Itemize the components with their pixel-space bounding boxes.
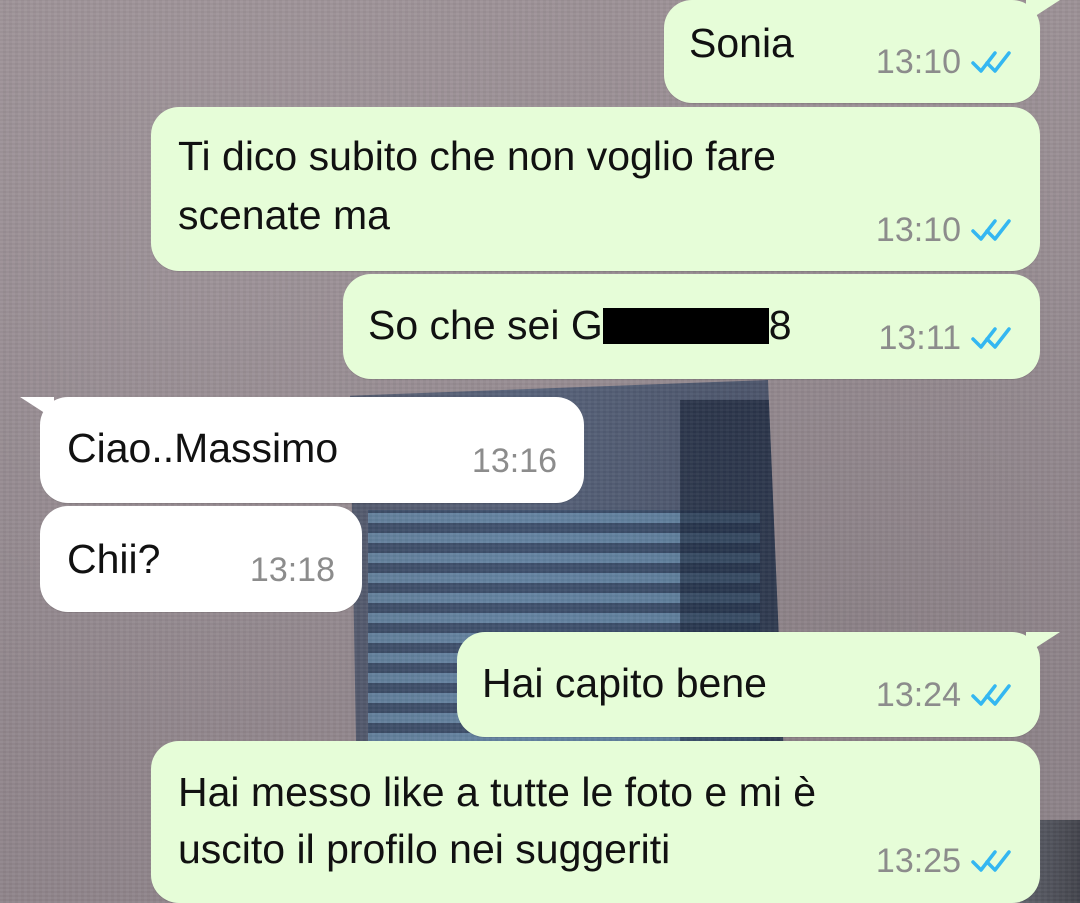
message-text-prefix: So che sei G (368, 302, 603, 348)
incoming-message-bubble[interactable]: Ciao..Massimo 13:16 (40, 397, 584, 503)
message-time: 13:16 (471, 442, 557, 480)
double-check-icon (971, 850, 1011, 872)
message-meta: 13:10 (876, 213, 1013, 247)
message-meta: 13:16 (472, 444, 557, 478)
message-time: 13:18 (249, 551, 335, 589)
outgoing-message-bubble[interactable]: Ti dico subito che non voglio fare scena… (151, 107, 1040, 271)
message-meta: 13:10 (876, 45, 1013, 79)
message-time: 13:11 (878, 319, 961, 357)
message-meta: 13:11 (878, 321, 1013, 355)
message-meta: 13:24 (876, 678, 1013, 712)
message-meta: 13:25 (876, 844, 1013, 878)
incoming-message-bubble[interactable]: Chii? 13:18 (40, 506, 362, 612)
outgoing-message-bubble[interactable]: So che sei G 8 13:11 (343, 274, 1040, 379)
message-time: 13:10 (875, 211, 961, 249)
double-check-icon (971, 219, 1011, 241)
message-time: 13:24 (875, 676, 961, 714)
message-text: Hai capito bene (482, 660, 767, 706)
outgoing-message-bubble[interactable]: Hai capito bene 13:24 (457, 632, 1040, 737)
message-text: Chii? (67, 536, 161, 582)
chat-thread: Sonia 13:10 Ti dico subito che non vogli… (0, 0, 1080, 903)
message-text: Sonia (689, 20, 794, 66)
message-text-line-1: Ti dico subito che non voglio fare (178, 133, 776, 179)
outgoing-message-bubble[interactable]: Hai messo like a tutte le foto e mi è us… (151, 741, 1040, 903)
message-text-suffix: 8 (768, 302, 792, 348)
double-check-icon (971, 51, 1011, 73)
message-text-line-2: uscito il profilo nei suggeriti (178, 826, 671, 872)
outgoing-message-bubble[interactable]: Sonia 13:10 (664, 0, 1040, 103)
message-text-redacted: So che sei G 8 (368, 296, 792, 355)
message-text: Ciao..Massimo (67, 425, 339, 471)
message-time: 13:10 (875, 43, 961, 81)
message-text-line-2: scenate ma (178, 192, 390, 238)
message-meta: 13:18 (250, 553, 335, 587)
double-check-icon (971, 684, 1011, 706)
double-check-icon (971, 327, 1011, 349)
message-text-line-1: Hai messo like a tutte le foto e mi è (178, 769, 817, 815)
redaction-block (602, 308, 769, 345)
message-time: 13:25 (875, 842, 961, 880)
